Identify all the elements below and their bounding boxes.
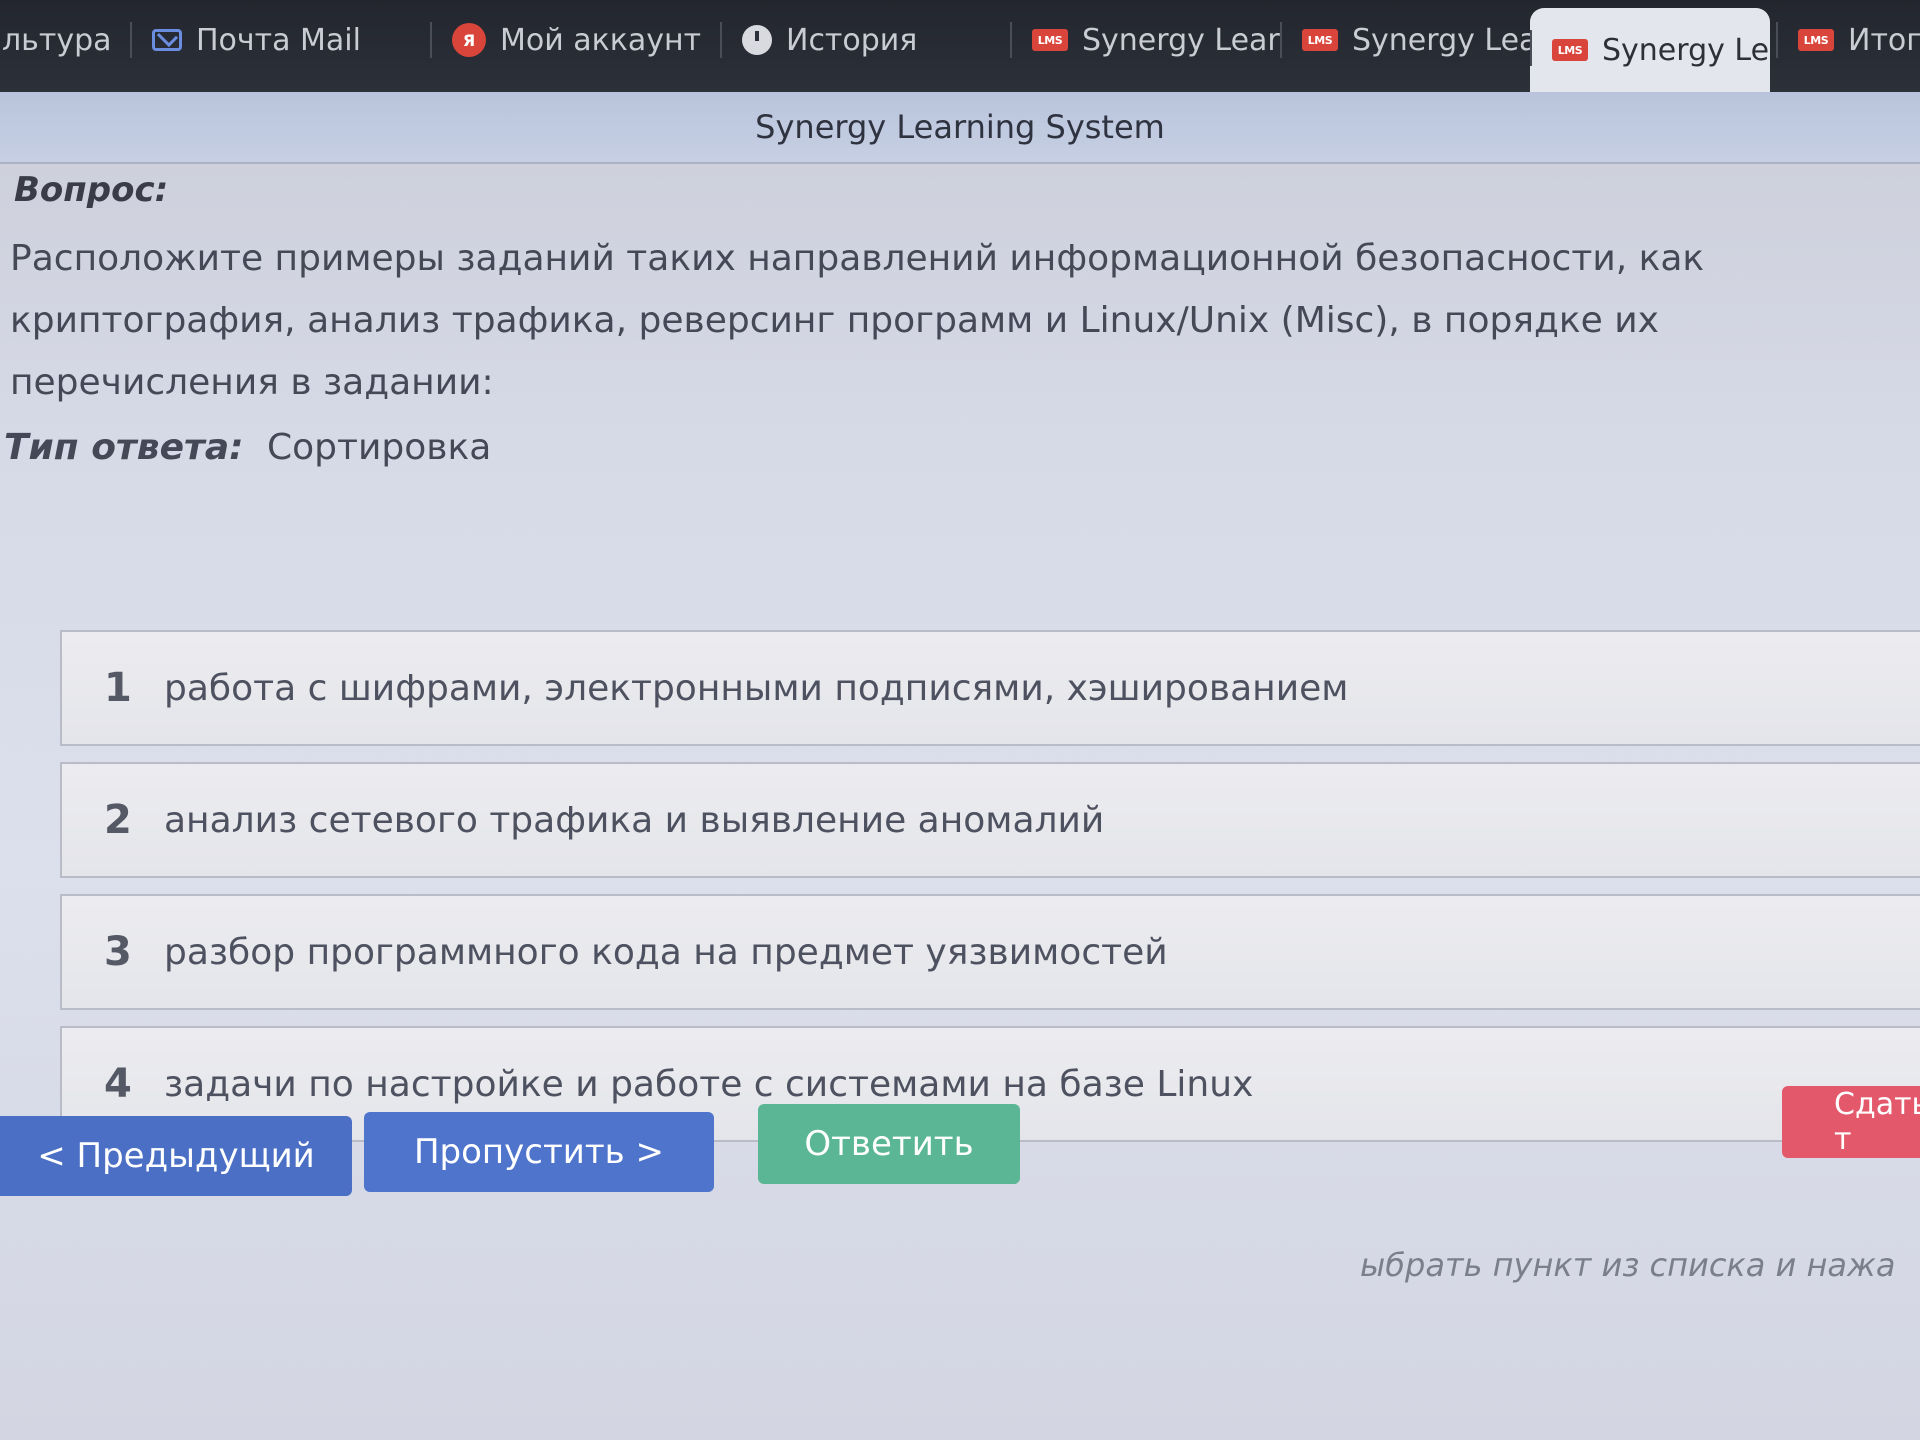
sort-item-number: 1 xyxy=(104,665,132,711)
browser-tab-bar: льтура Почта Mail Я Мой аккаунт История … xyxy=(0,0,1920,92)
synergy-icon: LMS xyxy=(1032,29,1068,51)
tab-history[interactable]: История xyxy=(720,0,1010,80)
tab-label: Почта Mail xyxy=(196,22,361,58)
synergy-icon: LMS xyxy=(1552,39,1588,61)
history-icon xyxy=(742,25,772,55)
tab-label: Synergy Le xyxy=(1602,32,1770,68)
sort-item[interactable]: 1 работа с шифрами, электронными подпися… xyxy=(60,630,1920,746)
sort-item-text: анализ сетевого трафика и выявление аном… xyxy=(164,799,1105,841)
tab-label: История xyxy=(786,22,918,58)
tab-label: Мой аккаунт xyxy=(500,22,702,58)
hint-text: ыбрать пункт из списка и нажа xyxy=(1360,1246,1896,1284)
tab-my-account[interactable]: Я Мой аккаунт xyxy=(430,0,720,80)
tab-culture[interactable]: льтура xyxy=(0,0,130,80)
synergy-icon: LMS xyxy=(1798,29,1834,51)
tab-synergy-1[interactable]: LMS Synergy Learn xyxy=(1010,0,1280,80)
mail-icon xyxy=(152,29,182,51)
answer-button[interactable]: Ответить xyxy=(758,1104,1020,1184)
question-text: Расположите примеры заданий таких направ… xyxy=(10,238,1705,403)
tab-label: Итогов xyxy=(1848,22,1920,58)
skip-button[interactable]: Пропустить > xyxy=(364,1112,714,1192)
account-icon: Я xyxy=(452,23,486,57)
sort-item[interactable]: 3 разбор программного кода на предмет уя… xyxy=(60,894,1920,1010)
page-title: Synergy Learning System xyxy=(755,108,1165,146)
tab-synergy-active[interactable]: LMS Synergy Le ✕ xyxy=(1530,8,1770,92)
page-title-bar: Synergy Learning System xyxy=(0,92,1920,164)
synergy-icon: LMS xyxy=(1302,29,1338,51)
tab-mail[interactable]: Почта Mail xyxy=(130,0,430,80)
sort-item-number: 3 xyxy=(104,929,132,975)
sort-item-number: 2 xyxy=(104,797,132,843)
tab-label: льтура xyxy=(2,22,112,58)
sort-item-text: работа с шифрами, электронными подписями… xyxy=(164,667,1349,709)
sort-item[interactable]: 2 анализ сетевого трафика и выявление ан… xyxy=(60,762,1920,878)
previous-button[interactable]: < Предыдущий xyxy=(0,1116,352,1196)
tab-label: Synergy Learn xyxy=(1082,22,1280,58)
sort-item-text: разбор программного кода на предмет уязв… xyxy=(164,931,1168,973)
tab-results[interactable]: LMS Итогов xyxy=(1776,0,1920,80)
sort-item-number: 4 xyxy=(104,1061,132,1107)
answer-type-label: Тип ответа: xyxy=(4,427,244,468)
sort-item-text: задачи по настройке и работе с системами… xyxy=(164,1063,1254,1105)
answer-type: Тип ответа: Сортировка xyxy=(4,427,491,468)
submit-test-button[interactable]: Сдать т xyxy=(1782,1086,1920,1158)
question-label: Вопрос: xyxy=(14,170,169,210)
answer-type-value: Сортировка xyxy=(267,427,492,468)
tab-synergy-2[interactable]: LMS Synergy Learn xyxy=(1280,0,1530,80)
tab-label: Synergy Learn xyxy=(1352,22,1530,58)
